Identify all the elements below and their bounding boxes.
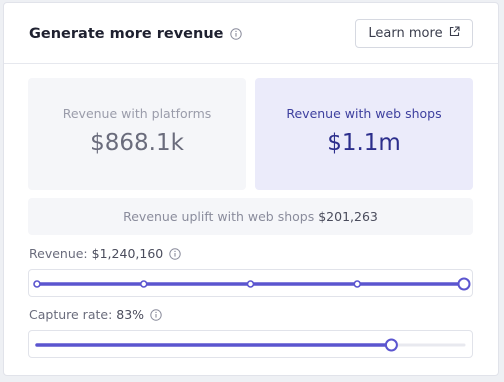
learn-more-label: Learn more bbox=[368, 26, 443, 41]
capture-rate-slider-graphic[interactable] bbox=[28, 330, 473, 358]
card-title-text: Generate more revenue bbox=[29, 26, 224, 42]
capture-rate-info-icon[interactable] bbox=[150, 308, 162, 321]
revenue-webshops-label: Revenue with web shops bbox=[286, 106, 442, 121]
revenue-webshops-value: $1.1m bbox=[327, 130, 401, 156]
revenue-slider-label: Revenue: $1,240,160 bbox=[29, 246, 181, 261]
capture-rate-slider-thumb[interactable] bbox=[384, 338, 398, 352]
revenue-label-text: Revenue: bbox=[29, 246, 88, 261]
info-icon[interactable] bbox=[229, 28, 242, 40]
external-link-icon bbox=[449, 26, 460, 41]
revenue-slider-thumb[interactable] bbox=[457, 277, 471, 291]
revenue-platforms-label: Revenue with platforms bbox=[62, 106, 212, 121]
revenue-info-icon[interactable] bbox=[169, 247, 181, 260]
revenue-platforms-value: $868.1k bbox=[90, 130, 184, 156]
revenue-slider-step-mark bbox=[33, 280, 41, 288]
revenue-slider[interactable] bbox=[28, 269, 473, 297]
revenue-uplift-bar: Revenue uplift with web shops $201,263 bbox=[28, 198, 473, 235]
revenue-uplift-label: Revenue uplift with web shops bbox=[123, 209, 315, 224]
capture-rate-slider[interactable] bbox=[28, 330, 473, 358]
revenue-card: Generate more revenue Learn more Revenue… bbox=[3, 2, 499, 376]
capture-rate-label-text: Capture rate: bbox=[29, 307, 113, 322]
revenue-slider-step-mark bbox=[139, 280, 148, 288]
revenue-slider-step-mark bbox=[353, 280, 362, 288]
learn-more-button[interactable]: Learn more bbox=[355, 19, 473, 48]
card-title: Generate more revenue bbox=[29, 26, 242, 42]
revenue-webshops-panel: Revenue with web shops $1.1m bbox=[255, 78, 473, 190]
capture-rate-label: Capture rate: 83% bbox=[29, 307, 162, 322]
revenue-value: $1,240,160 bbox=[91, 246, 164, 261]
revenue-uplift-value: $201,263 bbox=[318, 209, 378, 224]
revenue-slider-graphic[interactable] bbox=[28, 269, 473, 297]
card-header: Generate more revenue Learn more bbox=[4, 3, 498, 64]
revenue-slider-step-mark bbox=[246, 280, 255, 288]
capture-rate-value: 83% bbox=[116, 307, 145, 322]
revenue-platforms-panel: Revenue with platforms $868.1k bbox=[28, 78, 246, 190]
